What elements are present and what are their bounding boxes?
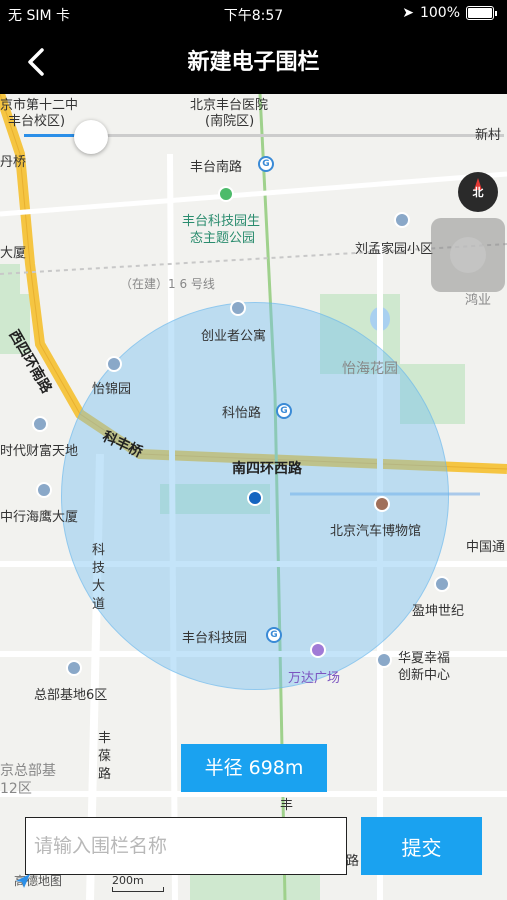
map-label-zongbu: 总部基地6区 — [34, 688, 108, 703]
map-label-liumeng: 刘孟家园小区 — [355, 242, 434, 257]
metro-icon-3: G — [266, 627, 282, 643]
map-label-zongbu12b: 12区 — [0, 781, 32, 797]
museum-icon — [374, 496, 390, 512]
building-icon-3 — [434, 576, 450, 592]
locate-icon — [450, 237, 486, 273]
amap-logo-icon — [16, 874, 30, 888]
map-label-hospital2: (南院区) — [205, 114, 255, 129]
map-label-wanda: 万达广场 — [288, 671, 341, 686]
locate-button[interactable] — [431, 218, 505, 292]
map-label-auto-museum: 北京汽车博物馆 — [330, 524, 422, 539]
metro-icon-2: G — [276, 403, 292, 419]
page-title: 新建电子围栏 — [187, 50, 320, 75]
mall-icon — [310, 642, 326, 658]
metro-icon: G — [258, 156, 274, 172]
map-label-huaxia2: 创新中心 — [398, 668, 451, 683]
park-icon — [218, 186, 234, 202]
map-label-fengtai-park: 丰台科技园 — [182, 631, 248, 646]
map-scale: 200m — [112, 874, 164, 892]
building-icon-2 — [36, 482, 52, 498]
map-label-yingkun: 盈坤世纪 — [412, 604, 465, 619]
map-label-fengtai-south-rd: 丰台南路 — [190, 160, 243, 175]
building-icon — [32, 416, 48, 432]
battery-icon — [466, 6, 494, 20]
fence-center-marker — [247, 490, 263, 506]
map-label-yihai: 怡海花园 — [342, 361, 398, 377]
map-label-fengbao2: 丰 — [280, 798, 294, 813]
map-label-nansihuan: 南四环西路 — [232, 461, 302, 477]
map-label-park2: 态主题公园 — [190, 231, 256, 246]
map-label-yijin: 怡锦园 — [92, 382, 132, 397]
map-label-construction: （在建）1 6 号线 — [120, 277, 215, 291]
map-label-shidai: 时代财富天地 — [0, 444, 79, 459]
map-label-danqiao: 丹桥 — [0, 155, 27, 170]
map-label-school2: 丰台校区) — [8, 114, 66, 129]
location-arrow-icon: ➤ — [402, 5, 414, 21]
map-label-keyi-rd: 科怡路 — [222, 406, 262, 421]
map-label-zongbu12: 京总部基 — [0, 763, 56, 779]
submit-button[interactable]: 提交 — [361, 817, 482, 875]
amap-logo: 高德地图 — [14, 872, 62, 889]
map-view[interactable]: 京市第十二中 丰台校区) 北京丰台医院 (南院区) 新村 丹桥 丰台南路 G 丰… — [0, 94, 507, 900]
residence-icon-2 — [106, 356, 122, 372]
battery-percent: 100% — [419, 5, 460, 21]
status-bar: 无 SIM 卡 下午8:57 ➤ 100% — [0, 0, 507, 28]
map-label-fengbao: 丰葆路 — [98, 731, 112, 782]
radius-badge: 半径 698m — [181, 744, 327, 792]
residence-icon — [394, 212, 410, 228]
apartment-icon — [230, 300, 246, 316]
compass-north-label: 北 — [472, 186, 484, 199]
map-label-zhonghang: 中行海鹰大厦 — [0, 510, 79, 525]
map-label-xincun: 新村 — [475, 128, 502, 143]
map-label-keji-dadao: 科技大道 — [92, 543, 106, 612]
map-label-lu: 路 — [346, 854, 360, 869]
compass-button[interactable]: 北 — [458, 172, 498, 212]
map-label-dasha: 大厦 — [0, 246, 27, 261]
fence-name-input[interactable] — [25, 817, 347, 875]
map-label-chuangye: 创业者公寓 — [201, 329, 267, 344]
map-scale-bar — [112, 887, 164, 892]
nav-bar: 新建电子围栏 — [0, 28, 507, 94]
map-scale-label: 200m — [112, 874, 144, 887]
map-label-zhongguo: 中国通 — [466, 540, 506, 555]
building-icon-4 — [376, 652, 392, 668]
status-right: ➤ 100% — [402, 5, 497, 21]
building-icon-5 — [66, 660, 82, 676]
radius-slider-thumb[interactable] — [74, 120, 108, 154]
